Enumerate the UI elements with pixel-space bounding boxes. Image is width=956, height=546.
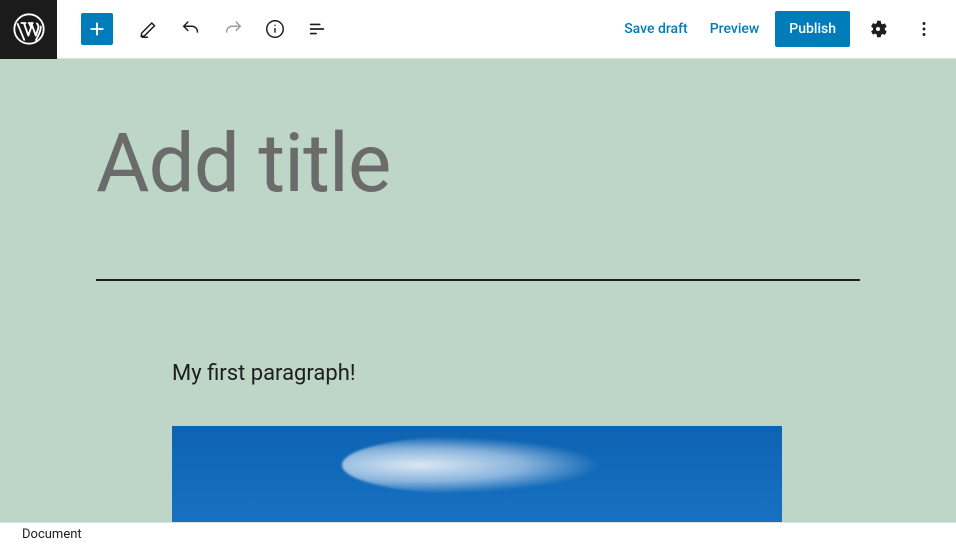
post-title-input[interactable]: Add title [96, 119, 860, 209]
breadcrumb[interactable]: Document [22, 527, 82, 542]
post-body: My first paragraph! [96, 361, 860, 522]
add-block-button[interactable] [81, 13, 113, 45]
editor-canvas[interactable]: Add title My first paragraph! [0, 59, 956, 522]
canvas-inner: Add title My first paragraph! [0, 59, 956, 522]
separator-block[interactable] [96, 279, 860, 281]
undo-icon [180, 18, 202, 40]
undo-button[interactable] [173, 11, 209, 47]
redo-button[interactable] [215, 11, 251, 47]
preview-button[interactable]: Preview [704, 13, 766, 45]
more-options-button[interactable] [906, 11, 942, 47]
editor-footer: Document [0, 522, 956, 546]
publish-button[interactable]: Publish [775, 11, 850, 47]
app-root: Save draft Preview Publish Add title My … [0, 0, 956, 546]
plus-icon [86, 18, 108, 40]
save-draft-button[interactable]: Save draft [618, 13, 694, 45]
paragraph-block[interactable]: My first paragraph! [172, 361, 784, 386]
outline-button[interactable] [299, 11, 335, 47]
image-block[interactable] [172, 426, 782, 522]
image-placeholder-cloud [342, 436, 602, 494]
editor-topbar: Save draft Preview Publish [0, 0, 956, 59]
editor-toolbar [57, 11, 335, 47]
settings-button[interactable] [860, 11, 896, 47]
gear-icon [867, 18, 889, 40]
outline-icon [306, 18, 328, 40]
details-button[interactable] [257, 11, 293, 47]
edit-tool-button[interactable] [131, 11, 167, 47]
info-icon [264, 18, 286, 40]
more-vertical-icon [913, 18, 935, 40]
pencil-icon [138, 18, 160, 40]
wordpress-logo-button[interactable] [0, 0, 57, 59]
redo-icon [222, 18, 244, 40]
wordpress-icon [13, 13, 45, 45]
top-actions: Save draft Preview Publish [618, 11, 956, 47]
